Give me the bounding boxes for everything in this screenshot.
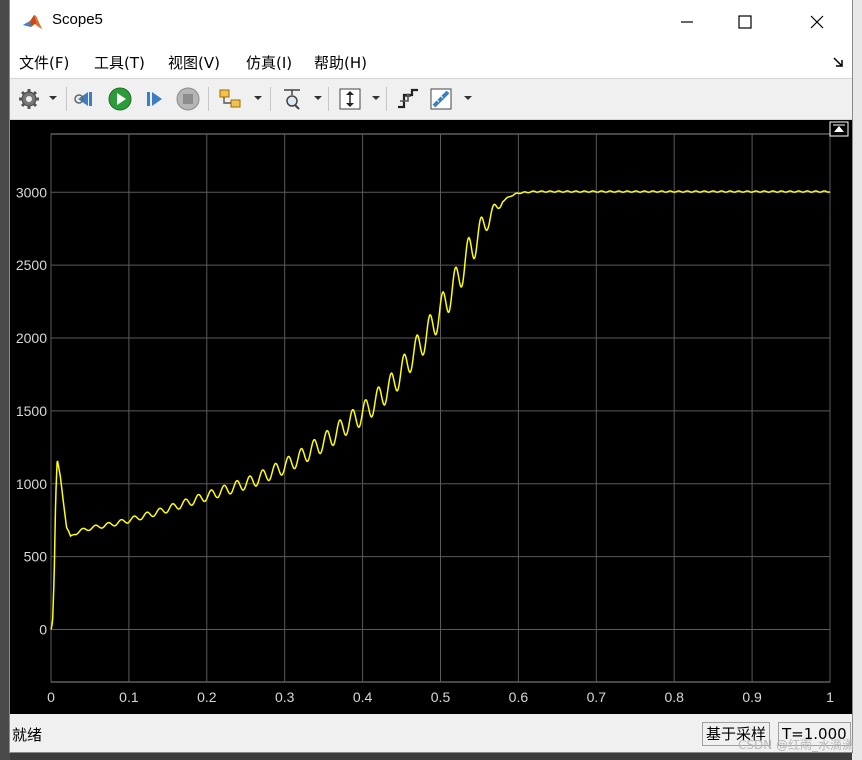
dock-arrow-icon[interactable]: [832, 56, 844, 68]
highlight-block-icon: [219, 89, 241, 108]
measurements-icon: [430, 88, 452, 110]
autoscale-dropdown[interactable]: [372, 96, 380, 100]
step-forward-button[interactable]: [140, 85, 168, 113]
background-right-strip: [852, 0, 862, 760]
x-tick-label: 0.6: [509, 689, 529, 705]
window-title: Scope5: [52, 11, 103, 28]
stop-button[interactable]: [174, 85, 202, 113]
matlab-logo-icon: [22, 12, 44, 32]
y-tick-label: 500: [24, 549, 48, 565]
x-tick-label: 0.2: [197, 689, 217, 705]
menu-tools[interactable]: 工具(T): [94, 52, 145, 73]
y-tick-label: 2500: [16, 257, 47, 273]
x-tick-label: 0.7: [587, 689, 607, 705]
configuration-button[interactable]: [15, 85, 43, 113]
step-back-button[interactable]: [72, 85, 100, 113]
y-tick-label: 2000: [16, 330, 47, 346]
triggers-icon: [398, 88, 418, 109]
minimize-button[interactable]: [664, 0, 710, 44]
x-tick-label: 1: [826, 689, 834, 705]
menu-view[interactable]: 视图(V): [168, 52, 220, 73]
title-bar[interactable]: Scope5: [10, 0, 852, 44]
toolbar-separator: [208, 87, 209, 111]
undock-button[interactable]: [829, 121, 849, 137]
maximize-button[interactable]: [722, 0, 768, 44]
status-bar: 就绪 基于采样 T=1.000: [10, 716, 852, 752]
menu-file[interactable]: 文件(F): [19, 52, 69, 73]
stop-icon: [176, 87, 200, 111]
highlight-block-button[interactable]: [216, 85, 244, 113]
zoom-button[interactable]: [278, 85, 306, 113]
x-tick-label: 0.9: [742, 689, 762, 705]
close-icon: [810, 15, 824, 29]
measurements-button[interactable]: [428, 85, 456, 113]
y-tick-label: 0: [39, 622, 47, 638]
x-tick-label: 0.3: [275, 689, 295, 705]
y-tick-label: 1000: [16, 476, 47, 492]
run-button[interactable]: [106, 85, 134, 113]
watermark: CSDN @红雨_水滴潇: [737, 738, 854, 752]
measurements-dropdown[interactable]: [464, 96, 472, 100]
step-forward-icon: [147, 92, 162, 106]
scope-window: Scope5 文件(F) 工具(T) 视图(V) 仿真(I) 帮助(H) 0 5…: [10, 0, 852, 752]
y-tick-label: 3000: [16, 184, 47, 200]
scope-display[interactable]: 0 500 1000 1500 2000 2500 3000 0 0.1 0.2 0.3 0.4 0.…: [10, 120, 852, 714]
minimize-icon: [681, 21, 693, 23]
gear-icon: [19, 89, 39, 109]
menu-simulation[interactable]: 仿真(I): [246, 52, 292, 73]
menu-bar: 文件(F) 工具(T) 视图(V) 仿真(I) 帮助(H): [10, 44, 852, 78]
toolbar: [10, 78, 852, 120]
x-tick-label: 0: [47, 689, 55, 705]
step-back-icon: [74, 92, 92, 106]
zoom-icon: [284, 89, 300, 110]
background-left-strip: [0, 0, 10, 760]
x-tick-label: 0.4: [353, 689, 373, 705]
line-chart[interactable]: 0 500 1000 1500 2000 2500 3000 0 0.1 0.2 0.3 0.4 0.…: [10, 120, 852, 714]
zoom-dropdown[interactable]: [314, 96, 322, 100]
maximize-icon: [738, 15, 752, 29]
close-button[interactable]: [794, 0, 840, 44]
autoscale-icon: [339, 88, 361, 110]
configuration-dropdown[interactable]: [49, 96, 57, 100]
toolbar-separator: [328, 87, 329, 111]
y-tick-label: 1500: [16, 403, 47, 419]
x-tick-label: 0.8: [664, 689, 684, 705]
x-tick-label: 0.5: [431, 689, 451, 705]
highlight-dropdown[interactable]: [254, 96, 262, 100]
toolbar-separator: [386, 87, 387, 111]
autoscale-button[interactable]: [336, 85, 364, 113]
x-tick-label: 0.1: [119, 689, 139, 705]
x-tick-labels: 0 0.1 0.2 0.3 0.4 0.5 0.6 0.7 0.8 0.9 1: [47, 689, 834, 705]
triggers-button[interactable]: [394, 85, 422, 113]
toolbar-separator: [66, 87, 67, 111]
run-icon: [108, 87, 132, 111]
menu-help[interactable]: 帮助(H): [314, 52, 367, 73]
y-tick-labels: 0 500 1000 1500 2000 2500 3000: [16, 184, 47, 637]
toolbar-separator: [270, 87, 271, 111]
status-text: 就绪: [12, 726, 43, 744]
